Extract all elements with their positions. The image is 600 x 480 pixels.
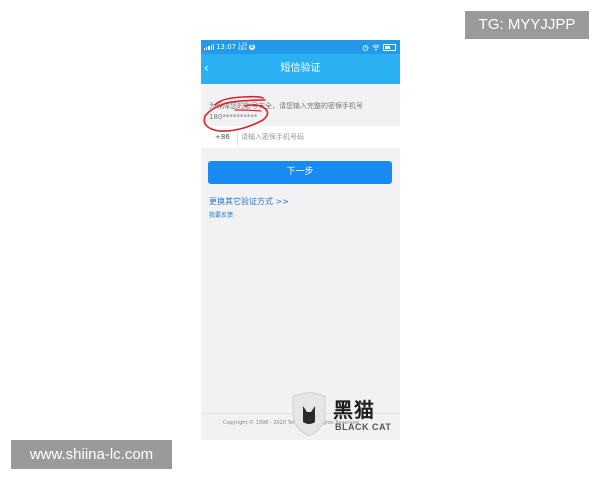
signal-icon xyxy=(204,44,214,50)
watermark-chinese-text: 黑猫 xyxy=(333,398,375,422)
status-time: 13:07 xyxy=(215,43,237,51)
masked-phone-number: 180********** xyxy=(209,113,258,121)
country-code[interactable]: +86 xyxy=(215,126,230,148)
nav-bar: ‹ 短信验证 xyxy=(201,54,400,84)
tg-contact-label: TG: MYYJJPP xyxy=(465,11,589,39)
alternate-verification-link[interactable]: 更换其它验证方式 >> xyxy=(209,197,289,207)
website-label: www.shiina-lc.com xyxy=(11,440,172,469)
wifi-icon xyxy=(372,44,380,50)
battery-icon xyxy=(383,43,396,51)
next-step-button[interactable]: 下一步 xyxy=(208,161,392,184)
input-divider xyxy=(237,128,238,146)
phone-number-input[interactable] xyxy=(241,129,391,145)
feedback-link[interactable]: 我要反馈 xyxy=(209,212,233,220)
phone-screen: 13:07 1.20 KB/s B ‹ 短信验证 为保障您的账号安全，请您输入完… xyxy=(201,40,400,440)
cat-shield-icon xyxy=(292,392,326,436)
network-speed: 1.20 KB/s xyxy=(238,42,248,51)
phone-input-row: +86 xyxy=(201,126,400,148)
alarm-icon xyxy=(362,44,369,51)
notification-icon: B xyxy=(249,44,256,50)
black-cat-watermark: 黑猫 BLACK CAT xyxy=(289,390,400,440)
watermark-english-text: BLACK CAT xyxy=(335,422,392,432)
page-title: 短信验证 xyxy=(280,63,321,74)
status-bar: 13:07 1.20 KB/s B xyxy=(201,40,400,54)
security-hint-text: 为保障您的账号安全，请您输入完整的密保手机号 xyxy=(209,102,363,110)
